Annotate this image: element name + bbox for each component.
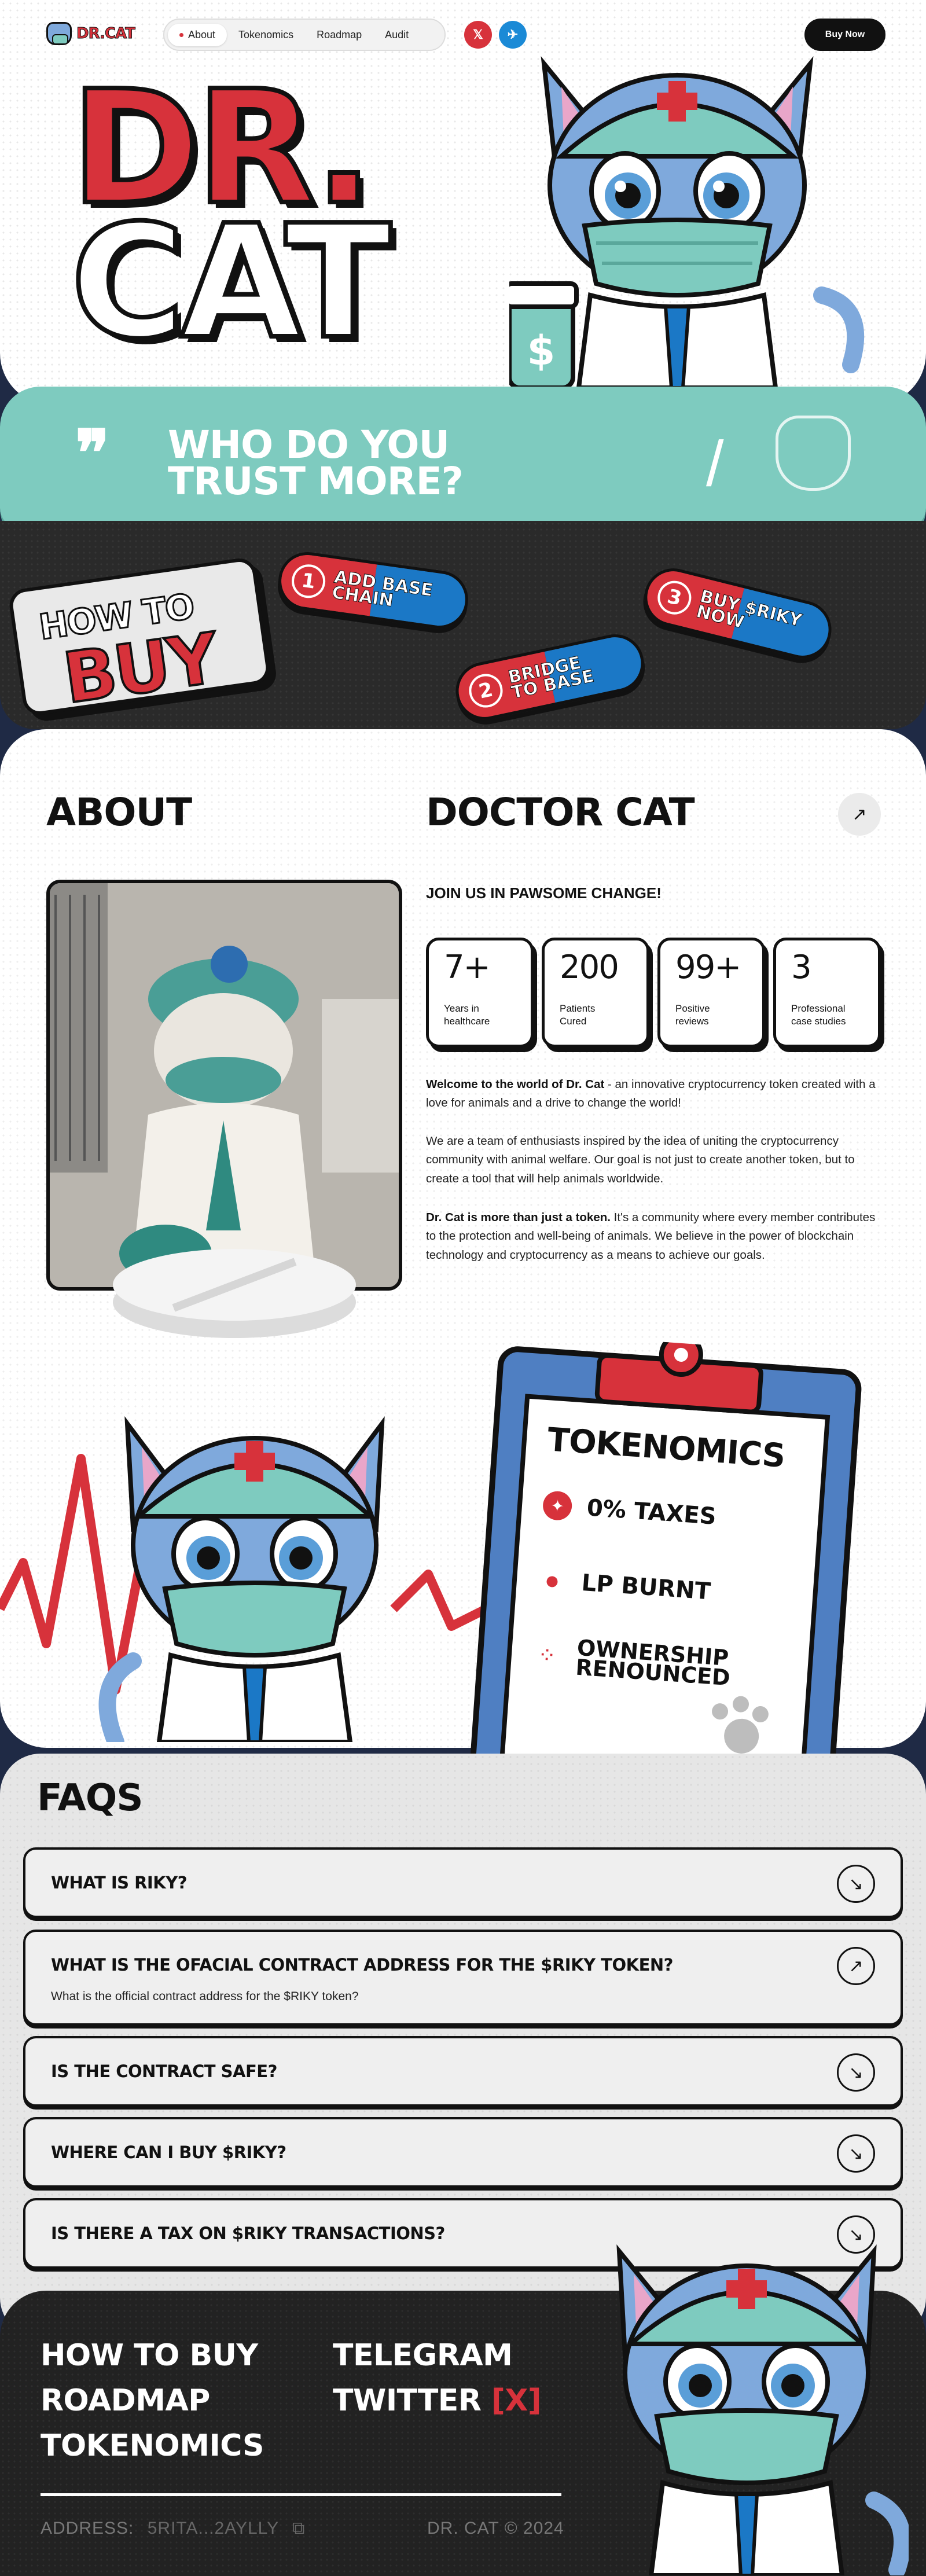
arrow-down-right-icon[interactable]: ↘ — [837, 2053, 875, 2092]
faq-item[interactable]: WHAT IS THE OFACIAL CONTRACT ADDRESS FOR… — [23, 1930, 903, 2026]
arrow-up-right-icon[interactable]: ↗ — [837, 1947, 875, 1985]
footer-link-roadmap[interactable]: ROADMAP — [41, 2383, 210, 2418]
cat-logo-icon — [46, 22, 72, 45]
badge-icon: ✦ — [542, 1490, 573, 1522]
nav-menu: About Tokenomics Roadmap Audit — [163, 19, 446, 51]
x-badge-letter: X — [505, 2383, 528, 2418]
nav-item-label: Audit — [385, 28, 409, 41]
stat-card: 3 Professional case studies — [773, 938, 881, 1048]
faq-heading: FAQS — [37, 1777, 143, 1820]
faq-question: IS THERE A TAX ON $RIKY TRANSACTIONS? — [51, 2224, 445, 2243]
stat-label-line1: Positive — [675, 1003, 710, 1014]
faq-item[interactable]: WHERE CAN I BUY $RIKY? ↘ — [23, 2117, 903, 2188]
nav-item-tokenomics[interactable]: Tokenomics — [227, 24, 305, 46]
stat-label: Years in healthcare — [444, 1002, 516, 1028]
stat-label-line1: Patients — [560, 1003, 596, 1014]
join-us-text: JOIN US IN PAWSOME CHANGE! — [426, 884, 662, 902]
cat-outline-icon — [776, 416, 851, 491]
footer-link-twitter[interactable]: TWITTER [X] — [333, 2383, 542, 2418]
stat-card: 200 Patients Cured — [542, 938, 649, 1048]
quote-icon: ❞ — [75, 416, 110, 490]
stat-label: Professional case studies — [791, 1002, 863, 1028]
about-paragraph-2: We are a team of enthusiasts inspired by… — [426, 1134, 855, 1185]
stat-value: 3 — [791, 949, 812, 986]
stat-label: Patients Cured — [560, 1002, 631, 1028]
svg-text:$: $ — [527, 327, 556, 374]
hero-section: DR.CAT About Tokenomics Roadmap Audit 𝕏 … — [0, 0, 926, 405]
nav-item-audit[interactable]: Audit — [373, 24, 420, 46]
faq-question: WHAT IS RIKY? — [51, 1873, 188, 1893]
address-value: 5RITA...2AYLLY — [147, 2519, 279, 2538]
about-p3-bold: Dr. Cat is more than just a token. — [426, 1211, 611, 1224]
trust-headline-line2: TRUST MORE? — [168, 458, 464, 504]
nav-item-roadmap[interactable]: Roadmap — [305, 24, 373, 46]
about-p1-bold: Welcome to the world of Dr. Cat — [426, 1078, 605, 1091]
doctor-cat-illustration: $ — [509, 56, 865, 388]
trust-headline: WHO DO YOU TRUST MORE? — [168, 422, 464, 504]
stat-value: 99+ — [675, 949, 741, 986]
doctor-cat-heading: DOCTOR CAT — [426, 790, 695, 835]
arrow-down-right-icon[interactable]: ↘ — [837, 1865, 875, 1903]
stat-card: 7+ Years in healthcare — [426, 938, 534, 1048]
stat-value: 200 — [560, 949, 619, 986]
nav-item-about[interactable]: About — [168, 23, 227, 46]
stat-label-line2: case studies — [791, 1016, 846, 1027]
about-heading: ABOUT — [46, 790, 192, 835]
nav-item-label: Roadmap — [317, 28, 362, 41]
brand-name: DR.CAT — [76, 25, 136, 43]
stat-label-line2: reviews — [675, 1016, 709, 1027]
faq-question: WHERE CAN I BUY $RIKY? — [51, 2143, 286, 2162]
copyright: DR. CAT © 2024 — [427, 2519, 564, 2538]
stat-label: Positive reviews — [675, 1002, 747, 1028]
tokenomics-item-label: OWNERSHIP RENOUNCED — [575, 1635, 732, 1691]
stat-label-line2: Cured — [560, 1016, 587, 1027]
drop-icon: ● — [543, 1566, 561, 1596]
faq-item[interactable]: WHAT IS RIKY? ↘ — [23, 1847, 903, 1918]
faq-question: IS THE CONTRACT SAFE? — [51, 2061, 277, 2081]
divider-slash: / — [706, 428, 724, 499]
footer-link-twitter-label: TWITTER — [333, 2383, 482, 2418]
nav-item-label: Tokenomics — [238, 28, 294, 41]
footer-link-how-to-buy[interactable]: HOW TO BUY — [41, 2338, 258, 2373]
tokenomics-clipboard: TOKENOMICS ✦ 0% TAXES ● LP BURNT ⁘ OWNER… — [465, 1331, 867, 1824]
footer-divider — [41, 2493, 561, 2496]
hero-title: DR. CAT — [68, 67, 394, 374]
footer-link-tokenomics[interactable]: TOKENOMICS — [41, 2428, 264, 2463]
doctor-cat-illustration — [98, 1416, 385, 1742]
arrow-up-right-icon[interactable]: ↗ — [838, 793, 881, 836]
pills-icon: ⁘ — [537, 1642, 557, 1669]
about-paragraph-3: Dr. Cat is more than just a token. It's … — [426, 1208, 877, 1265]
faq-question: WHAT IS THE OFACIAL CONTRACT ADDRESS FOR… — [51, 1955, 673, 1975]
trust-headline-line1: WHO DO YOU — [168, 422, 450, 467]
arrow-down-right-icon[interactable]: ↘ — [837, 2134, 875, 2173]
stat-label-line1: Professional — [791, 1003, 846, 1014]
footer-link-telegram[interactable]: TELEGRAM — [333, 2338, 513, 2373]
copy-icon[interactable]: ⧉ — [292, 2519, 305, 2538]
nav-item-label: About — [188, 28, 216, 41]
address-label: ADDRESS: — [41, 2519, 134, 2538]
contract-address: ADDRESS: 5RITA...2AYLLY ⧉ — [41, 2519, 305, 2538]
stat-card: 99+ Positive reviews — [657, 938, 765, 1048]
active-dot-icon — [179, 32, 183, 37]
doctor-cat-photo — [46, 880, 402, 1291]
doctor-cat-illustration — [616, 2244, 909, 2575]
x-badge-icon: [X] — [491, 2383, 542, 2418]
stat-label-line2: healthcare — [444, 1016, 490, 1027]
stat-value: 7+ — [444, 949, 491, 986]
hero-title-line2: CAT — [68, 191, 394, 374]
faq-item[interactable]: IS THE CONTRACT SAFE? ↘ — [23, 2036, 903, 2107]
faq-answer: What is the official contract address fo… — [51, 1990, 359, 2003]
about-paragraph-1: Welcome to the world of Dr. Cat - an inn… — [426, 1075, 877, 1113]
cat-photo-image — [50, 883, 399, 1287]
pill-tablet-icon — [113, 1249, 356, 1338]
stat-label-line1: Years in — [444, 1003, 479, 1014]
x-icon[interactable]: 𝕏 — [464, 21, 492, 49]
brand-logo[interactable]: DR.CAT — [46, 22, 135, 45]
